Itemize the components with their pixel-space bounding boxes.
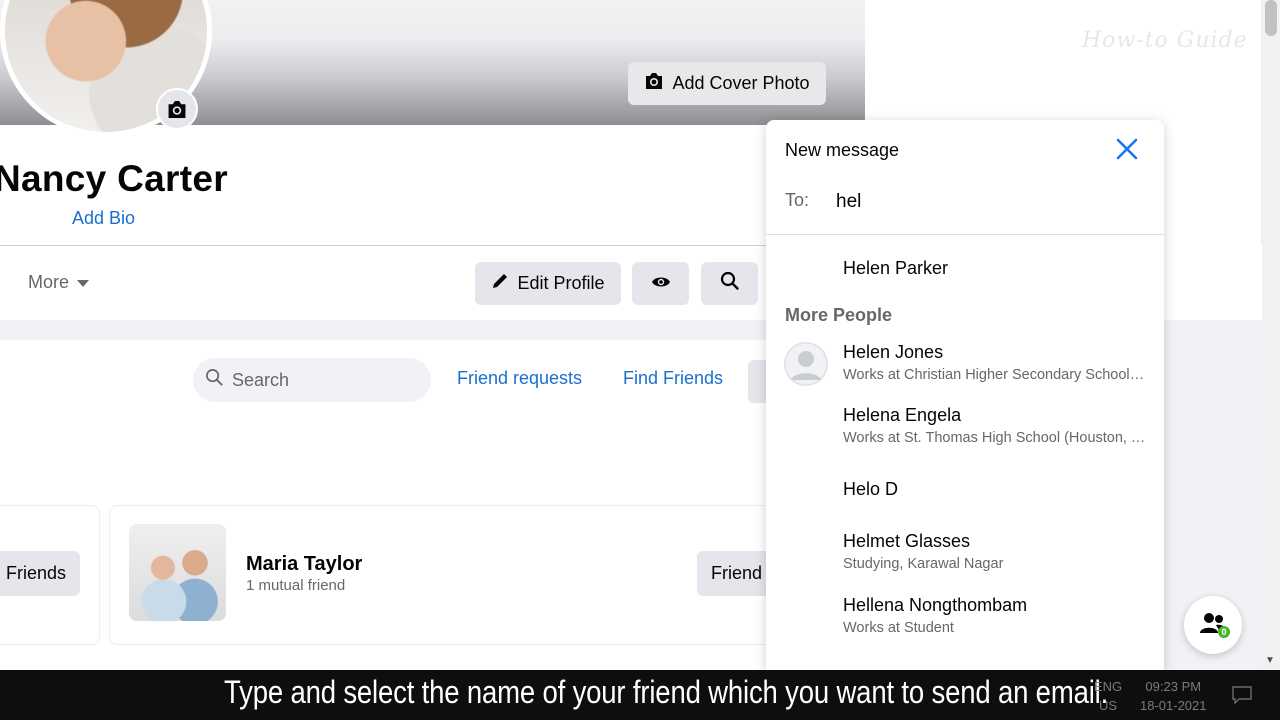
contact-detail: Works at Student xyxy=(843,620,954,636)
contact-detail: Studying, Karawal Nagar xyxy=(843,556,1004,572)
contact-name: Helena Engela xyxy=(843,405,962,425)
new-message-title: New message xyxy=(785,140,900,160)
notification-icon[interactable] xyxy=(1232,686,1252,705)
people-fab-button[interactable]: 0 xyxy=(1184,596,1242,654)
divider xyxy=(0,245,865,246)
language-indicator[interactable]: ENG US xyxy=(1094,677,1122,715)
more-people-heading: More People xyxy=(785,305,893,325)
add-bio-link[interactable]: Add Bio xyxy=(72,208,135,229)
keyboard-region: US xyxy=(1099,698,1118,713)
friend-requests-link[interactable]: Friend requests xyxy=(457,368,582,389)
contact-result[interactable]: Helo D xyxy=(766,479,1164,539)
view-as-button[interactable] xyxy=(632,262,689,305)
search-icon xyxy=(720,271,740,296)
language-code: ENG xyxy=(1094,679,1123,694)
contact-name: Helmet Glasses xyxy=(843,531,971,551)
video-caption: Type and select the name of your friend … xyxy=(224,674,1109,710)
profile-page: Add Cover Photo Nancy Carter Add Bio Mor… xyxy=(0,0,865,670)
friend-status-label: Friend xyxy=(711,563,763,583)
more-tab-label: More xyxy=(28,272,70,292)
to-label: To: xyxy=(785,190,810,210)
contact-detail: Works at St. Thomas High School (Houston… xyxy=(843,430,1148,446)
update-avatar-camera-icon[interactable] xyxy=(156,88,198,130)
contact-name: Helo D xyxy=(843,479,899,499)
eye-icon xyxy=(651,273,671,294)
friend-photo[interactable] xyxy=(129,524,226,621)
contact-name: Helen Parker xyxy=(843,258,949,278)
add-cover-photo-label: Add Cover Photo xyxy=(672,73,810,93)
close-icon[interactable] xyxy=(1110,132,1144,166)
friends-search-input[interactable]: Search xyxy=(193,358,431,402)
scrollbar[interactable]: ▼ xyxy=(1262,0,1280,670)
watermark: How-to Guide xyxy=(1082,28,1248,53)
scrollbar-thumb[interactable] xyxy=(1265,0,1277,36)
clock-time: 09:23 PM xyxy=(1145,679,1202,694)
search-profile-button[interactable] xyxy=(701,262,758,305)
camera-icon xyxy=(644,72,664,95)
edit-profile-button[interactable]: Edit Profile xyxy=(475,262,621,305)
profile-name: Nancy Carter xyxy=(0,158,228,199)
search-icon xyxy=(205,368,224,392)
friends-button[interactable]: Friends xyxy=(0,551,80,596)
pencil-icon xyxy=(491,272,509,295)
contact-result[interactable]: Helmet Glasses Studying, Karawal Nagar xyxy=(766,531,1164,591)
scroll-down-arrow-icon[interactable]: ▼ xyxy=(1265,655,1275,666)
search-placeholder: Search xyxy=(232,369,290,390)
add-cover-photo-button[interactable]: Add Cover Photo xyxy=(628,62,826,105)
friend-name[interactable]: Maria Taylor xyxy=(246,553,362,576)
mutual-friends-count[interactable]: 1 mutual friend xyxy=(246,577,345,594)
system-clock[interactable]: 09:23 PM 18-01-2021 xyxy=(1140,677,1207,715)
recipient-input[interactable] xyxy=(836,188,1136,216)
contact-name: Hellena Nongthombam xyxy=(843,595,1028,615)
contact-name: Helen Jones xyxy=(843,342,944,362)
edit-profile-label: Edit Profile xyxy=(517,273,605,293)
caret-down-icon xyxy=(77,272,90,293)
contact-result[interactable]: Helen Jones Works at Christian Higher Se… xyxy=(766,342,1164,402)
contact-detail: Works at Christian Higher Secondary Scho… xyxy=(843,367,1148,383)
friends-button-label: Friends xyxy=(6,563,67,583)
find-friends-link[interactable]: Find Friends xyxy=(623,368,723,389)
contact-result[interactable]: Helena Engela Works at St. Thomas High S… xyxy=(766,405,1164,465)
clock-date: 18-01-2021 xyxy=(1140,698,1207,713)
tab-more[interactable]: More xyxy=(28,272,90,293)
contact-result[interactable]: Hellena Nongthombam Works at Student xyxy=(766,595,1164,655)
friend-status-button[interactable]: Friend xyxy=(697,551,777,596)
divider xyxy=(766,234,1164,235)
new-message-panel: New message To: Helen Parker More People… xyxy=(766,120,1164,670)
default-avatar-icon xyxy=(784,342,828,386)
online-count-badge: 0 xyxy=(1218,626,1230,638)
